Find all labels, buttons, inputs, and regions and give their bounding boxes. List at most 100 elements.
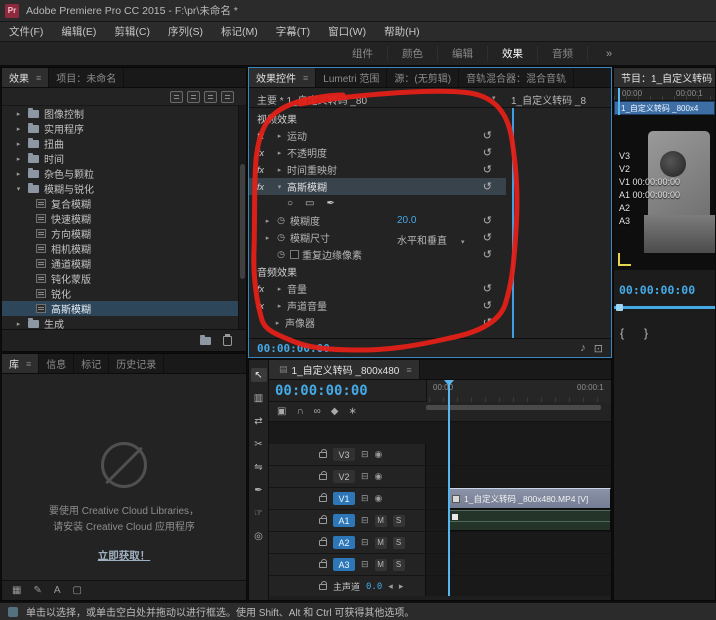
- delete-icon[interactable]: [223, 336, 232, 346]
- panel-menu-icon[interactable]: ≡: [406, 365, 411, 375]
- twirl-icon[interactable]: ▸: [275, 132, 284, 140]
- repeat-edge-pixels-checkbox[interactable]: [290, 250, 299, 259]
- reset-icon[interactable]: ↺: [483, 248, 492, 261]
- track-target-v1[interactable]: V1: [333, 492, 355, 505]
- fx-toggle-icon[interactable]: fx: [257, 284, 272, 294]
- ellipse-mask-icon[interactable]: ○: [287, 198, 293, 209]
- track-output-icon[interactable]: ◉: [375, 471, 383, 482]
- effects-bin-distort[interactable]: ▸扭曲: [2, 136, 246, 151]
- twirl-icon[interactable]: ▸: [14, 140, 23, 148]
- solo-button[interactable]: S: [393, 537, 405, 549]
- effects-bin-time[interactable]: ▸时间: [2, 151, 246, 166]
- solo-button[interactable]: S: [393, 559, 405, 571]
- workspace-tab-editing[interactable]: 编辑: [438, 46, 488, 61]
- sync-lock-icon[interactable]: ⊟: [361, 471, 369, 482]
- effect-controls-timecode[interactable]: 00:00:00:00: [257, 342, 330, 355]
- snap-icon[interactable]: ∩: [296, 406, 303, 417]
- mute-button[interactable]: M: [375, 559, 387, 571]
- reset-icon[interactable]: ↺: [483, 282, 492, 295]
- tab-audio-track-mixer[interactable]: 音轨混合器：混合音轨: [459, 68, 574, 87]
- menu-marker[interactable]: 标记(M): [212, 24, 267, 39]
- effects-scrollbar[interactable]: [238, 106, 246, 331]
- track-header-v1[interactable]: V1 ⊟ ◉: [269, 488, 426, 509]
- stopwatch-icon[interactable]: ◷: [275, 215, 287, 226]
- param-row-blur-dimensions[interactable]: ▸◷模糊尺寸水平和垂直▾↺: [249, 229, 506, 246]
- work-area-bar[interactable]: [426, 405, 601, 410]
- slate-icon[interactable]: ▦: [12, 585, 21, 596]
- master-left-icon[interactable]: ◂: [388, 581, 393, 592]
- track-target-v2[interactable]: V2: [333, 470, 355, 483]
- twirl-icon[interactable]: ▸: [14, 320, 23, 328]
- fx-toggle-icon[interactable]: fx: [257, 182, 272, 192]
- menu-edit[interactable]: 编辑(E): [52, 24, 105, 39]
- panel-menu-icon[interactable]: ≡: [26, 359, 31, 369]
- tab-libraries[interactable]: 库 ≡: [2, 354, 39, 373]
- track-output-icon[interactable]: ◉: [375, 449, 383, 460]
- program-preview[interactable]: V3 V2 V1 00:00:00:00 A1 00:00:00:00 A2 A…: [614, 115, 715, 270]
- twirl-icon[interactable]: ▸: [273, 319, 282, 327]
- tab-project[interactable]: 项目：未命名: [49, 68, 124, 87]
- twirl-icon[interactable]: ▸: [14, 170, 23, 178]
- menu-help[interactable]: 帮助(H): [375, 24, 429, 39]
- program-scrubber[interactable]: [614, 306, 715, 309]
- rect-mask-icon[interactable]: ▭: [305, 198, 314, 209]
- blur-dimensions-dropdown[interactable]: 水平和垂直▾: [397, 232, 465, 247]
- mark-in-icon[interactable]: {: [620, 326, 624, 340]
- param-row-repeat-edge-pixels[interactable]: ◷重复边缘像素↺: [249, 246, 506, 263]
- menu-clip[interactable]: 剪辑(C): [105, 24, 159, 39]
- program-clip-bar[interactable]: 1_自定义转码 _800x4: [614, 101, 715, 115]
- effect-controls-playhead[interactable]: [512, 108, 514, 340]
- track-select-tool-icon[interactable]: ▥: [251, 391, 267, 405]
- effect-row-panner[interactable]: ▸声像器↺: [249, 314, 506, 331]
- workspace-tab-assembly[interactable]: 组件: [338, 46, 388, 61]
- twirl-icon[interactable]: ▸: [263, 217, 272, 225]
- workspace-tab-audio[interactable]: 音频: [538, 46, 588, 61]
- tab-source-monitor[interactable]: 源：(无剪辑): [387, 68, 459, 87]
- twirl-icon[interactable]: ▸: [263, 234, 272, 242]
- fx-toggle-icon[interactable]: fx: [257, 301, 272, 311]
- effects-bin-utility[interactable]: ▸实用程序: [2, 121, 246, 136]
- stopwatch-icon[interactable]: ◷: [275, 232, 287, 243]
- sync-lock-icon[interactable]: ⊟: [361, 559, 369, 570]
- workspace-tab-effects[interactable]: 效果: [488, 46, 538, 61]
- effect-row-volume[interactable]: fx▸音量↺: [249, 280, 506, 297]
- track-header-v2[interactable]: V2 ⊟ ◉: [269, 466, 426, 487]
- pen-mask-icon[interactable]: ✒: [327, 198, 335, 209]
- twirl-icon[interactable]: ▸: [275, 166, 284, 174]
- fx-toggle-icon[interactable]: fx: [257, 148, 272, 158]
- tab-lumetri-scopes[interactable]: Lumetri 范围: [316, 68, 387, 87]
- twirl-open-icon[interactable]: ▾: [275, 183, 284, 191]
- twirl-open-icon[interactable]: ▾: [14, 185, 23, 193]
- program-timecode[interactable]: 00:00:00:00: [619, 283, 695, 297]
- timeline-clip-video[interactable]: 1_自定义转码 _800x480.MP4 [V]: [448, 488, 611, 509]
- effect-item-camera-blur[interactable]: 相机模糊: [2, 241, 246, 256]
- reset-icon[interactable]: ↺: [483, 231, 492, 244]
- fx-toggle-icon[interactable]: fx: [257, 131, 272, 141]
- effect-item-compound-blur[interactable]: 复合模糊: [2, 196, 246, 211]
- effect-row-time-remapping[interactable]: fx▸时间重映射↺: [249, 161, 506, 178]
- track-output-icon[interactable]: ◉: [375, 493, 383, 504]
- tab-info[interactable]: 信息: [39, 354, 74, 373]
- mute-button[interactable]: M: [375, 537, 387, 549]
- twirl-icon[interactable]: ▸: [14, 110, 23, 118]
- effect-row-opacity[interactable]: fx▸不透明度↺: [249, 144, 506, 161]
- effect-item-sharpen[interactable]: 锐化: [2, 286, 246, 301]
- mark-out-icon[interactable]: }: [644, 326, 648, 340]
- fx-toggle-icon[interactable]: fx: [257, 165, 272, 175]
- param-row-blurriness[interactable]: ▸◷模糊度20.0↺: [249, 212, 506, 229]
- twirl-icon[interactable]: ▸: [14, 125, 23, 133]
- timeline-playhead[interactable]: [448, 380, 450, 598]
- tab-program[interactable]: 节目：1_自定义转码 ≡: [614, 68, 715, 87]
- timeline-horizontal-scrollbar[interactable]: [269, 596, 611, 600]
- effect-item-directional-blur[interactable]: 方向模糊: [2, 226, 246, 241]
- track-header-a1[interactable]: A1 ⊟ M S: [269, 510, 426, 531]
- panel-menu-icon[interactable]: ≡: [303, 73, 308, 83]
- menu-file[interactable]: 文件(F): [0, 24, 52, 39]
- tab-markers[interactable]: 标记: [74, 354, 109, 373]
- effect-item-unsharp-mask[interactable]: 钝化蒙版: [2, 271, 246, 286]
- ripple-edit-tool-icon[interactable]: ⇄: [251, 414, 267, 428]
- reset-icon[interactable]: ↺: [483, 163, 492, 176]
- scrollbar-thumb[interactable]: [240, 164, 245, 279]
- solo-button[interactable]: S: [393, 515, 405, 527]
- track-header-master[interactable]: 主声道 0.0 ◂ ▸: [269, 576, 426, 597]
